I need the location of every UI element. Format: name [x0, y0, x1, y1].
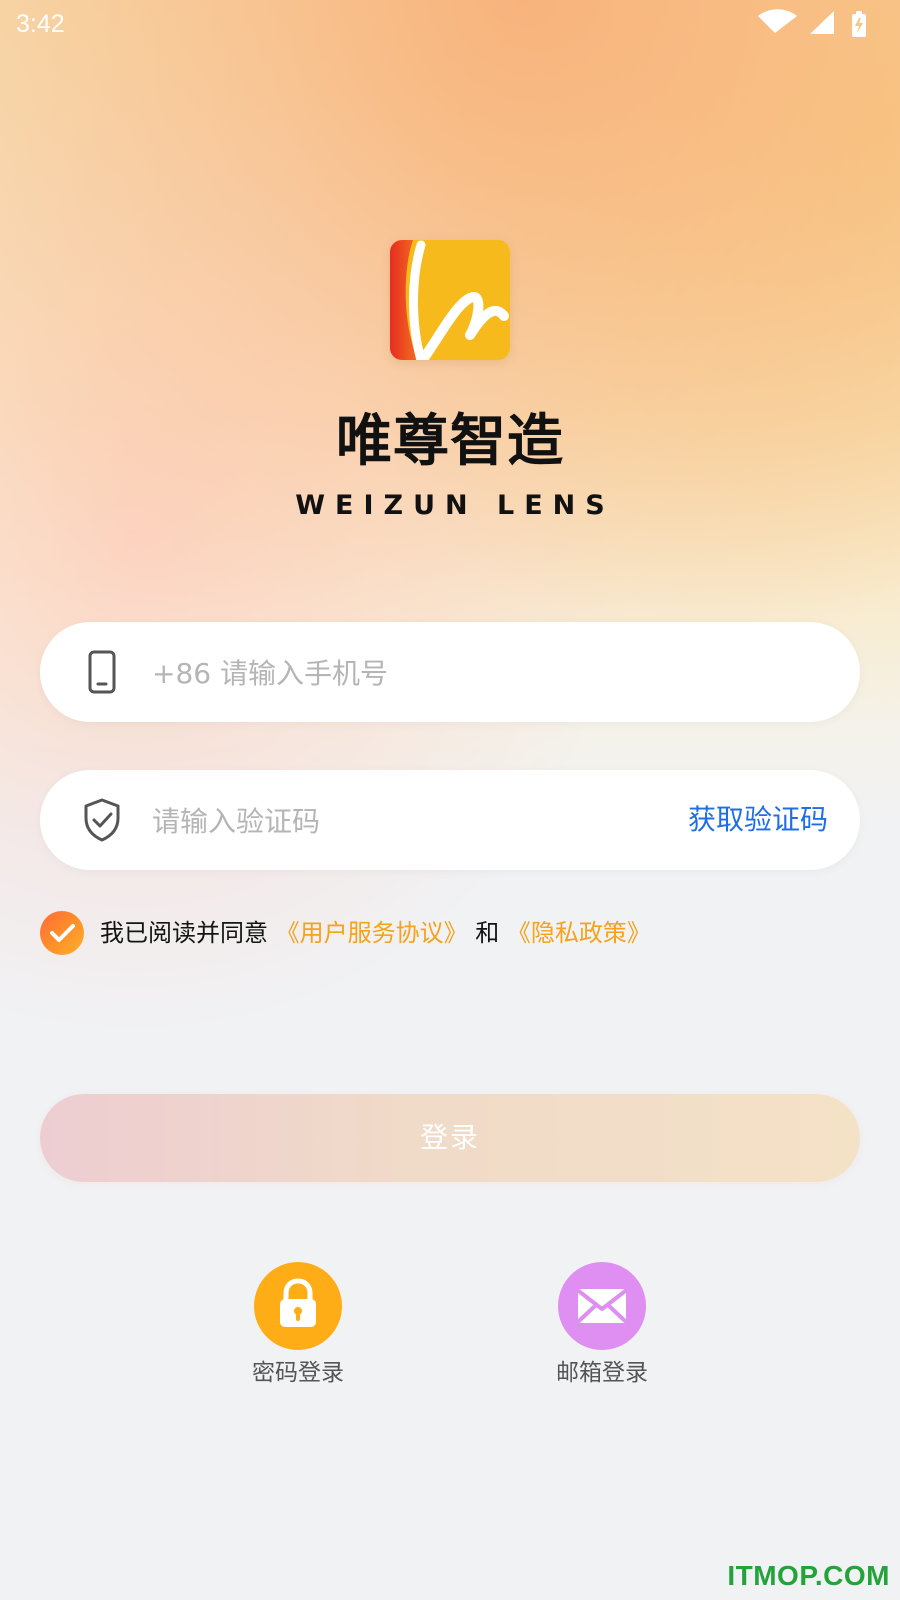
wifi-icon: [758, 9, 797, 33]
app-logo-graphic: [390, 240, 510, 360]
login-button[interactable]: 登录: [40, 1094, 860, 1182]
login-screen: { "status_bar": { "time": "3:42", "icons…: [0, 0, 900, 1600]
app-subtitle: WEIZUN LENS: [295, 490, 615, 521]
battery-charging-icon: [852, 11, 866, 37]
lock-icon: [280, 1278, 316, 1327]
mail-icon: [578, 1289, 626, 1323]
check-icon: [50, 924, 75, 942]
email-login-label: 邮箱登录: [556, 1360, 648, 1386]
password-login-button[interactable]: 密码登录: [228, 1262, 368, 1390]
agreement-connector: 和: [475, 919, 500, 947]
status-time: 3:42: [16, 10, 65, 38]
password-login-circle[interactable]: [254, 1262, 342, 1350]
terms-link[interactable]: 《用户服务协议》: [276, 919, 468, 947]
app-logo: [390, 240, 510, 360]
verification-code-input[interactable]: [150, 793, 564, 849]
email-login-circle[interactable]: [558, 1262, 646, 1350]
phone-input[interactable]: [150, 645, 584, 701]
status-icons: [750, 8, 900, 42]
status-bar: 3:42: [0, 0, 900, 52]
site-watermark: ITMOP.COM: [727, 1560, 890, 1591]
agreement-prefix: 我已阅读并同意: [100, 919, 268, 947]
phone-icon: [76, 646, 128, 698]
agreement-text: 我已阅读并同意 《用户服务协议》 和 《隐私政策》: [100, 910, 651, 956]
phone-icon-svg: [88, 650, 116, 694]
email-login-button[interactable]: 邮箱登录: [532, 1262, 672, 1390]
shield-check-icon: [76, 794, 128, 846]
privacy-link[interactable]: 《隐私政策》: [507, 919, 651, 947]
get-code-button[interactable]: 获取验证码: [688, 791, 828, 849]
shield-check-icon-svg: [84, 798, 120, 842]
status-icons-svg: [758, 9, 866, 37]
verification-code-field[interactable]: 获取验证码: [40, 770, 860, 870]
phone-field[interactable]: [40, 622, 860, 722]
app-name: 唯尊智造: [336, 409, 564, 474]
agreement-checkbox[interactable]: [40, 911, 84, 955]
agreement-row: 我已阅读并同意 《用户服务协议》 和 《隐私政策》: [40, 910, 860, 956]
password-login-label: 密码登录: [252, 1360, 344, 1386]
signal-icon: [810, 11, 834, 34]
